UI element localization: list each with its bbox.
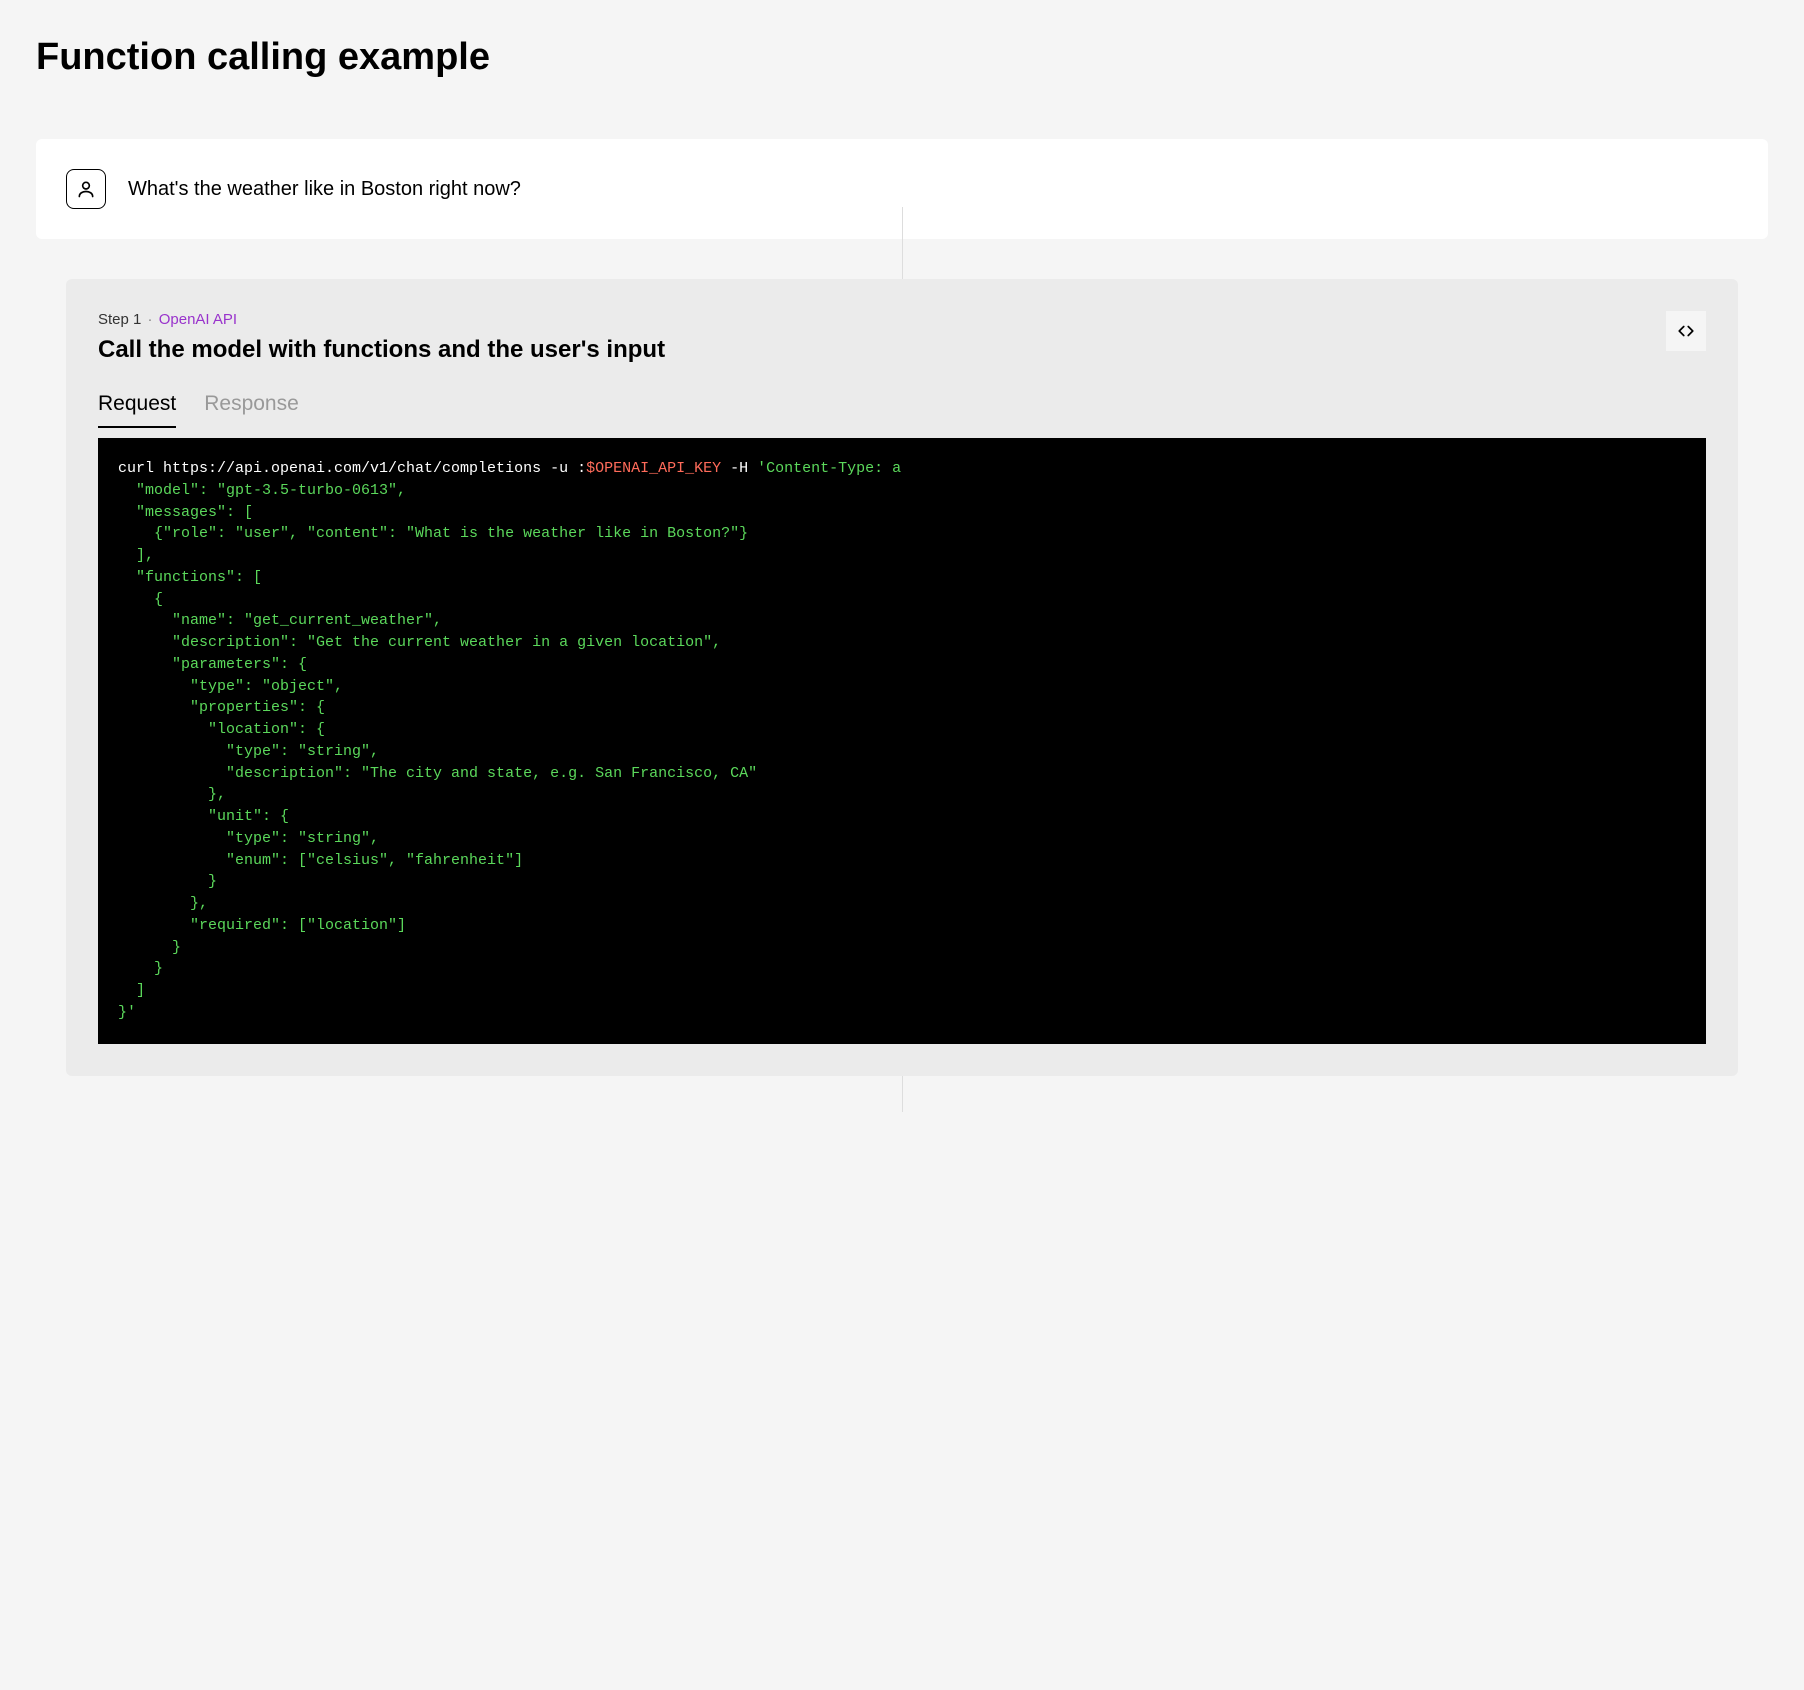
code-token: "location": { [118,721,325,738]
code-token: "enum": ["celsius", "fahrenheit"] [118,852,523,869]
tab-request[interactable]: Request [98,392,176,428]
code-tabs: Request Response [98,392,1706,428]
code-token: $OPENAI_API_KEY [586,460,721,477]
code-token: "parameters": { [118,656,307,673]
code-token: ], [118,547,154,564]
tab-response[interactable]: Response [204,392,299,428]
code-token: ] [118,982,145,999]
code-token: "properties": { [118,699,325,716]
code-token: } [118,960,163,977]
code-token: "name": "get_current_weather", [118,612,442,629]
code-token: }, [118,895,208,912]
step-card: Step 1 · OpenAI API Call the model with … [66,279,1738,1076]
step-api-label: OpenAI API [159,311,237,328]
user-icon [66,169,106,209]
code-token: "functions": [ [118,569,262,586]
step-number: Step 1 [98,311,141,328]
code-icon[interactable] [1666,311,1706,351]
code-token: "description": "Get the current weather … [118,634,721,651]
user-message-text: What's the weather like in Boston right … [128,178,521,201]
step-separator: · [148,311,153,328]
code-token: } [118,939,181,956]
code-token: curl https://api.openai.com/v1/chat/comp… [118,460,586,477]
code-token: "model": "gpt-3.5-turbo-0613", [118,482,406,499]
step-label-row: Step 1 · OpenAI API [98,311,1666,328]
code-token: }, [118,786,226,803]
code-token: }' [118,1004,136,1021]
code-block: curl https://api.openai.com/v1/chat/comp… [98,438,1706,1044]
step-header: Step 1 · OpenAI API Call the model with … [98,311,1706,364]
code-token: } [118,873,217,890]
code-token: "required": ["location"] [118,917,406,934]
step-title: Call the model with functions and the us… [98,336,1666,364]
code-token: 'Content-Type: a [757,460,901,477]
code-token: { [118,591,163,608]
code-token: {"role": "user", "content": "What is the… [118,525,748,542]
code-token: "type": "object", [118,678,343,695]
code-token: "type": "string", [118,830,379,847]
page-title: Function calling example [36,36,1768,79]
code-token: -H [721,460,757,477]
code-token: "messages": [ [118,504,253,521]
code-token: "type": "string", [118,743,379,760]
code-token: "unit": { [118,808,289,825]
code-token: "description": "The city and state, e.g.… [118,765,757,782]
